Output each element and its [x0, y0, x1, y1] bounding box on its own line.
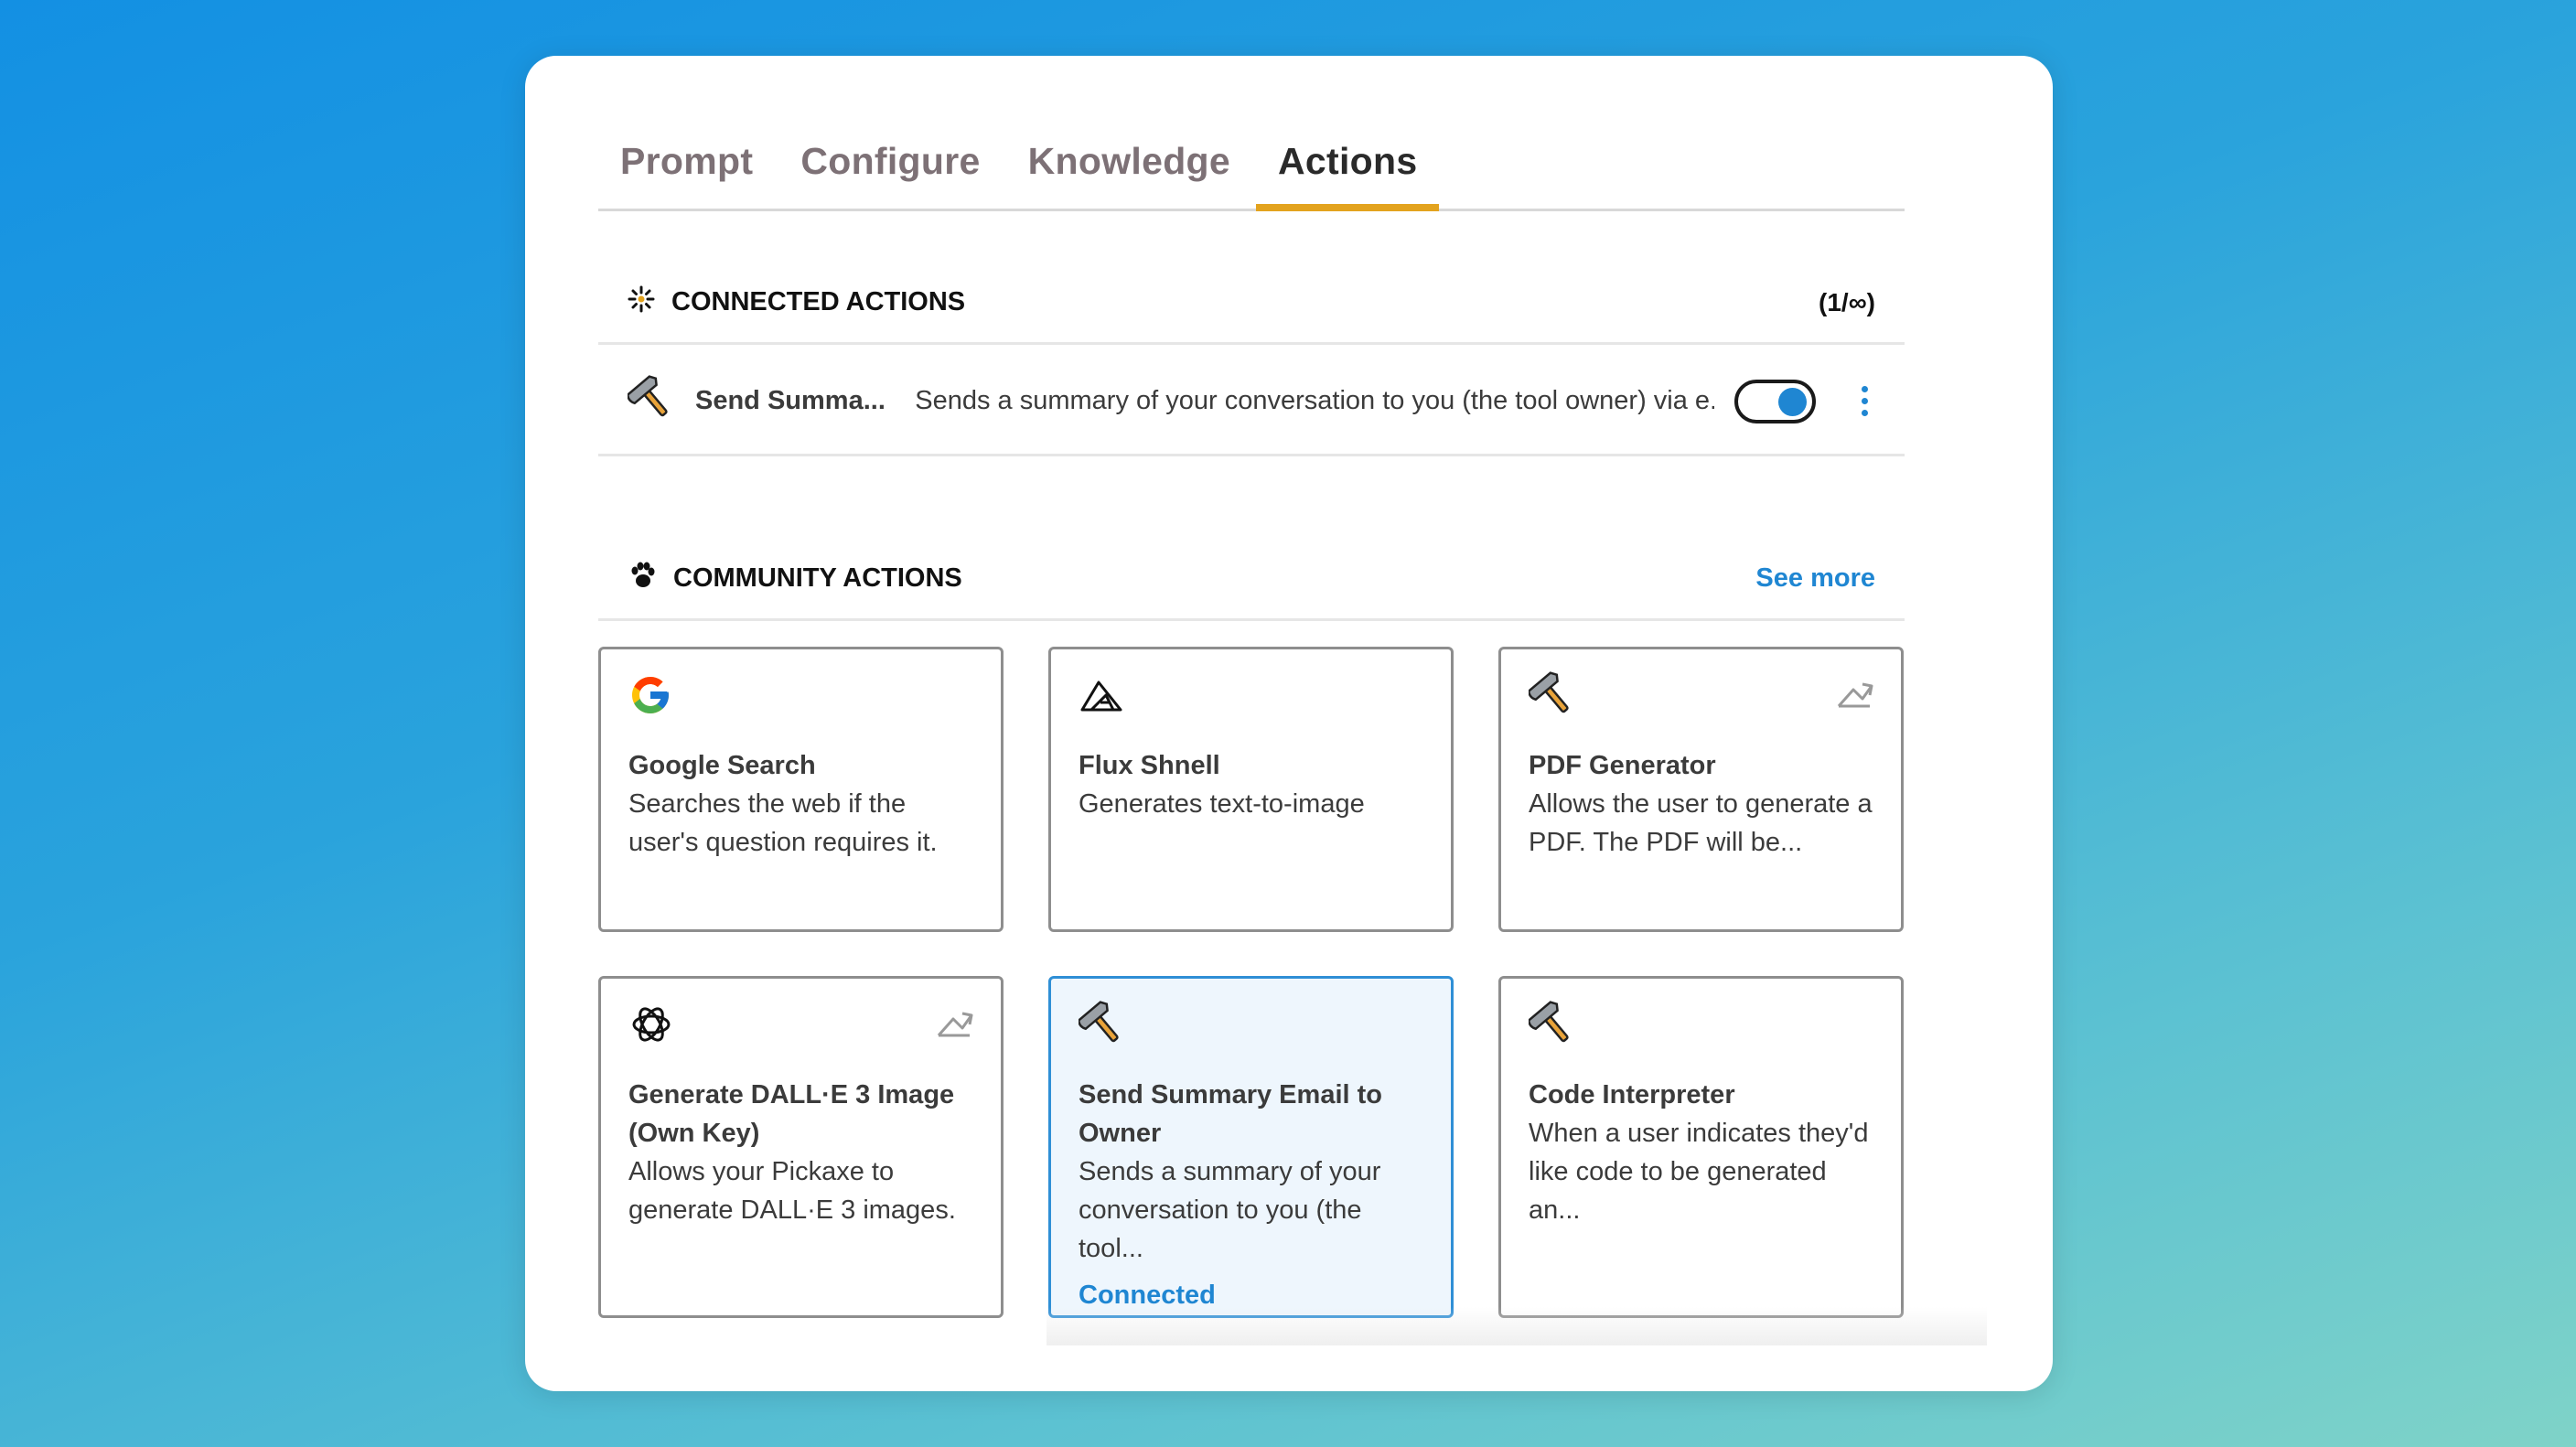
paw-icon — [628, 561, 657, 597]
connected-action-toggle[interactable] — [1733, 379, 1816, 423]
connected-action-row[interactable]: Send Summa... Sends a summary of your co… — [598, 348, 1905, 456]
actions-panel: Prompt Configure Knowledge Actions CONNE… — [525, 56, 2053, 1391]
community-actions-title: COMMUNITY ACTIONS — [673, 563, 962, 593]
scroll-fade — [1046, 1307, 1987, 1345]
card-title: Code Interpreter — [1529, 1080, 1735, 1109]
connected-action-name: Send Summa... — [695, 386, 886, 415]
sparkle-icon — [628, 285, 655, 320]
action-card-pdf-generator[interactable]: PDF Generator Allows the user to generat… — [1498, 647, 1904, 932]
see-more-link[interactable]: See more — [1755, 563, 1875, 594]
connected-actions-header: CONNECTED ACTIONS (1/∞) — [598, 263, 1905, 345]
card-title: Flux Shnell — [1079, 751, 1220, 780]
tab-configure[interactable]: Configure — [778, 140, 1002, 209]
hammer-icon — [1527, 1000, 1576, 1053]
card-title: Send Summary Email to Owner — [1079, 1080, 1382, 1148]
flux-icon — [1079, 677, 1124, 718]
card-title: Google Search — [628, 751, 816, 780]
tab-bar: Prompt Configure Knowledge Actions — [598, 56, 1905, 211]
external-link-icon[interactable] — [935, 1006, 973, 1044]
connected-action-description: Sends a summary of your conversation to … — [915, 386, 1714, 415]
external-link-icon[interactable] — [1835, 677, 1873, 714]
hammer-icon — [626, 375, 675, 427]
action-card-send-summary-email[interactable]: Send Summary Email to Owner Sends a summ… — [1048, 976, 1454, 1318]
action-card-google-search[interactable]: Google Search Searches the web if the us… — [598, 647, 1004, 932]
more-options-icon[interactable] — [1854, 382, 1875, 420]
card-description: Searches the web if the user's question … — [628, 789, 938, 857]
community-actions-header: COMMUNITY ACTIONS See more — [598, 539, 1905, 621]
action-card-flux-shnell[interactable]: Flux Shnell Generates text-to-image — [1048, 647, 1454, 932]
action-card-code-interpreter[interactable]: Code Interpreter When a user indicates t… — [1498, 976, 1904, 1318]
card-title: PDF Generator — [1529, 751, 1716, 780]
action-card-dalle[interactable]: Generate DALL·E 3 Image (Own Key) Allows… — [598, 976, 1004, 1318]
tab-actions[interactable]: Actions — [1255, 140, 1440, 211]
connected-actions-title: CONNECTED ACTIONS — [671, 287, 966, 316]
openai-icon — [628, 1002, 674, 1052]
toggle-knob — [1777, 387, 1807, 416]
hammer-icon — [1527, 670, 1576, 724]
card-description: Allows the user to generate a PDF. The P… — [1529, 789, 1873, 857]
google-icon — [628, 673, 672, 722]
card-description: Generates text-to-image — [1079, 789, 1365, 819]
hammer-icon — [1077, 1000, 1126, 1053]
card-title: Generate DALL·E 3 Image (Own Key) — [628, 1080, 955, 1148]
card-description: When a user indicates they'd like code t… — [1529, 1119, 1869, 1225]
card-description: Allows your Pickaxe to generate DALL·E 3… — [628, 1157, 956, 1225]
tab-prompt[interactable]: Prompt — [598, 140, 775, 209]
connected-actions-count: (1/∞) — [1819, 287, 1875, 316]
tab-knowledge[interactable]: Knowledge — [1006, 140, 1252, 209]
card-description: Sends a summary of your conversation to … — [1079, 1157, 1381, 1263]
